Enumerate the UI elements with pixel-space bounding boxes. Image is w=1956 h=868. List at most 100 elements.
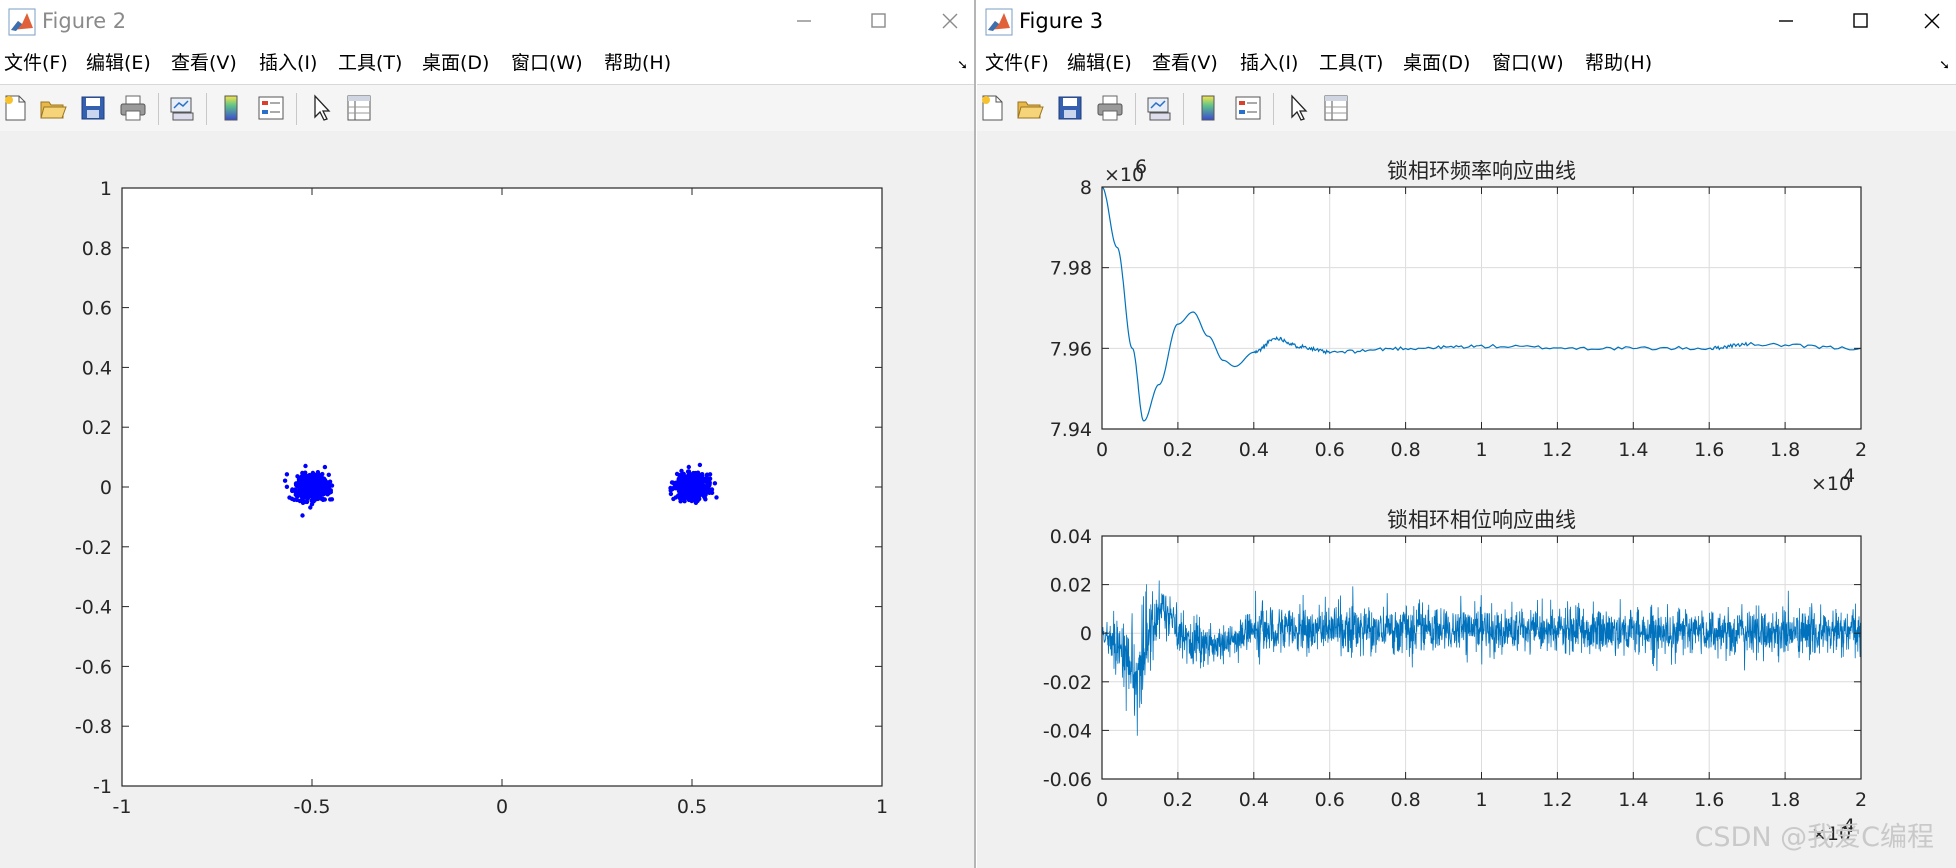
scatter-point [687,483,693,488]
menu-file[interactable]: 文件(F) [985,52,1049,74]
print-icon[interactable] [118,93,148,123]
x-tick-label: -1 [113,796,132,818]
open-file-icon[interactable] [1015,93,1045,123]
scatter-point [284,484,290,489]
scatter-point [289,496,295,501]
scatter-point [679,493,685,498]
menu-help[interactable]: 帮助(H) [1585,52,1652,74]
x-tick-label: 1.4 [1618,439,1648,461]
scatter-point [308,479,313,484]
menu-edit[interactable]: 编辑(E) [1067,52,1132,74]
menu-insert[interactable]: 插入(I) [259,52,317,74]
x-tick-label: 0.6 [1315,439,1345,461]
save-icon[interactable] [78,93,108,123]
scatter-point [300,513,305,518]
scatter-point [681,471,686,477]
menu-help[interactable]: 帮助(H) [604,52,671,74]
edit-plot-arrow-icon[interactable] [1283,93,1313,123]
link-plot-icon[interactable] [1144,93,1174,123]
toolbar-separator [206,93,207,125]
dock-arrow-icon[interactable]: ➘ [1939,58,1950,73]
scatter-point [692,483,698,489]
scatter-point [320,471,325,477]
x-tick-label: 2 [1855,439,1867,461]
scatter-point [305,492,310,497]
scatter-point [697,474,702,479]
scatter-point [319,483,324,488]
line-plots[interactable]: 0 0.2 0.4 0.6 0.8 1 1.2 1.4 1.6 1.8 2 8 7.98 7.96 7.94… [977,131,1956,868]
axes-background [122,188,882,786]
x-tick-label: 1 [1475,439,1487,461]
edit-plot-arrow-icon[interactable] [306,93,336,123]
x-tick-label: 0.2 [1163,789,1193,811]
scatter-point [312,474,317,479]
scatter-point [284,472,290,477]
scatter-point [306,473,312,478]
menu-desktop[interactable]: 桌面(D) [1403,52,1470,74]
close-icon[interactable] [1912,6,1952,36]
insert-legend-icon[interactable] [256,93,286,123]
menu-window[interactable]: 窗口(W) [511,52,583,74]
new-figure-icon[interactable] [977,93,1007,123]
x-tick-label: 1.8 [1770,789,1800,811]
menu-file[interactable]: 文件(F) [4,52,68,74]
menu-tools[interactable]: 工具(T) [338,52,402,74]
close-icon[interactable] [930,6,970,36]
y-tick-label: 0 [1080,623,1092,645]
minimize-icon[interactable] [1766,6,1806,36]
menu-view[interactable]: 查看(V) [1152,52,1218,74]
property-inspector-icon[interactable] [1321,93,1351,123]
scatter-point [290,487,295,492]
y-tick-label: 0.04 [1050,526,1092,548]
scatter-point [308,505,313,510]
insert-colorbar-icon[interactable] [1193,93,1223,123]
menu-view[interactable]: 查看(V) [171,52,237,74]
scatter-point [314,481,319,486]
y-tick-label: 0.02 [1050,575,1092,597]
maximize-icon[interactable] [858,6,898,36]
scatter-point [686,464,691,470]
scatter-point [703,492,708,497]
figure-toolbar [977,84,1956,132]
link-plot-icon[interactable] [167,93,197,123]
menu-bar: 文件(F) 编辑(E) 查看(V) 插入(I) 工具(T) 桌面(D) 窗口(W… [0,42,974,84]
y-tick-label: -0.2 [75,537,112,559]
new-figure-icon[interactable] [0,93,30,123]
open-file-icon[interactable] [38,93,68,123]
y-tick-label: 0.6 [82,298,112,320]
property-inspector-icon[interactable] [344,93,374,123]
menu-desktop[interactable]: 桌面(D) [422,52,489,74]
menu-window[interactable]: 窗口(W) [1492,52,1564,74]
window-title: Figure 3 [1019,9,1104,33]
print-icon[interactable] [1095,93,1125,123]
y-tick-label: 7.96 [1050,338,1092,360]
dock-arrow-icon[interactable]: ➘ [957,58,968,73]
scatter-point [328,489,333,495]
maximize-icon[interactable] [1840,6,1880,36]
scatter-point [679,483,684,488]
minimize-icon[interactable] [784,6,824,36]
scatter-plot[interactable]: -1 -0.5 0 0.5 1 1 0.8 0.6 0.4 0.2 0 -0.2 -0.4 -0.6 -0.… [0,131,974,868]
menu-insert[interactable]: 插入(I) [1240,52,1298,74]
toolbar-separator [1135,93,1136,125]
scatter-point [293,492,298,497]
scatter-point [295,474,300,479]
x-tick-label: 0.4 [1239,789,1269,811]
scatter-point [694,490,699,495]
insert-legend-icon[interactable] [1233,93,1263,123]
scatter-point [685,469,691,474]
scatter-point [685,475,690,480]
insert-colorbar-icon[interactable] [216,93,246,123]
scatter-point [707,487,712,492]
y-tick-label: 7.94 [1050,419,1092,441]
y-tick-label: -0.02 [1043,672,1092,694]
save-icon[interactable] [1055,93,1085,123]
x-tick-label: 0.8 [1390,439,1420,461]
scatter-point [299,493,304,498]
scatter-point [678,499,683,504]
scatter-point [282,478,288,483]
scatter-point [312,491,317,496]
menu-edit[interactable]: 编辑(E) [86,52,151,74]
scatter-point [692,498,697,503]
menu-tools[interactable]: 工具(T) [1319,52,1383,74]
